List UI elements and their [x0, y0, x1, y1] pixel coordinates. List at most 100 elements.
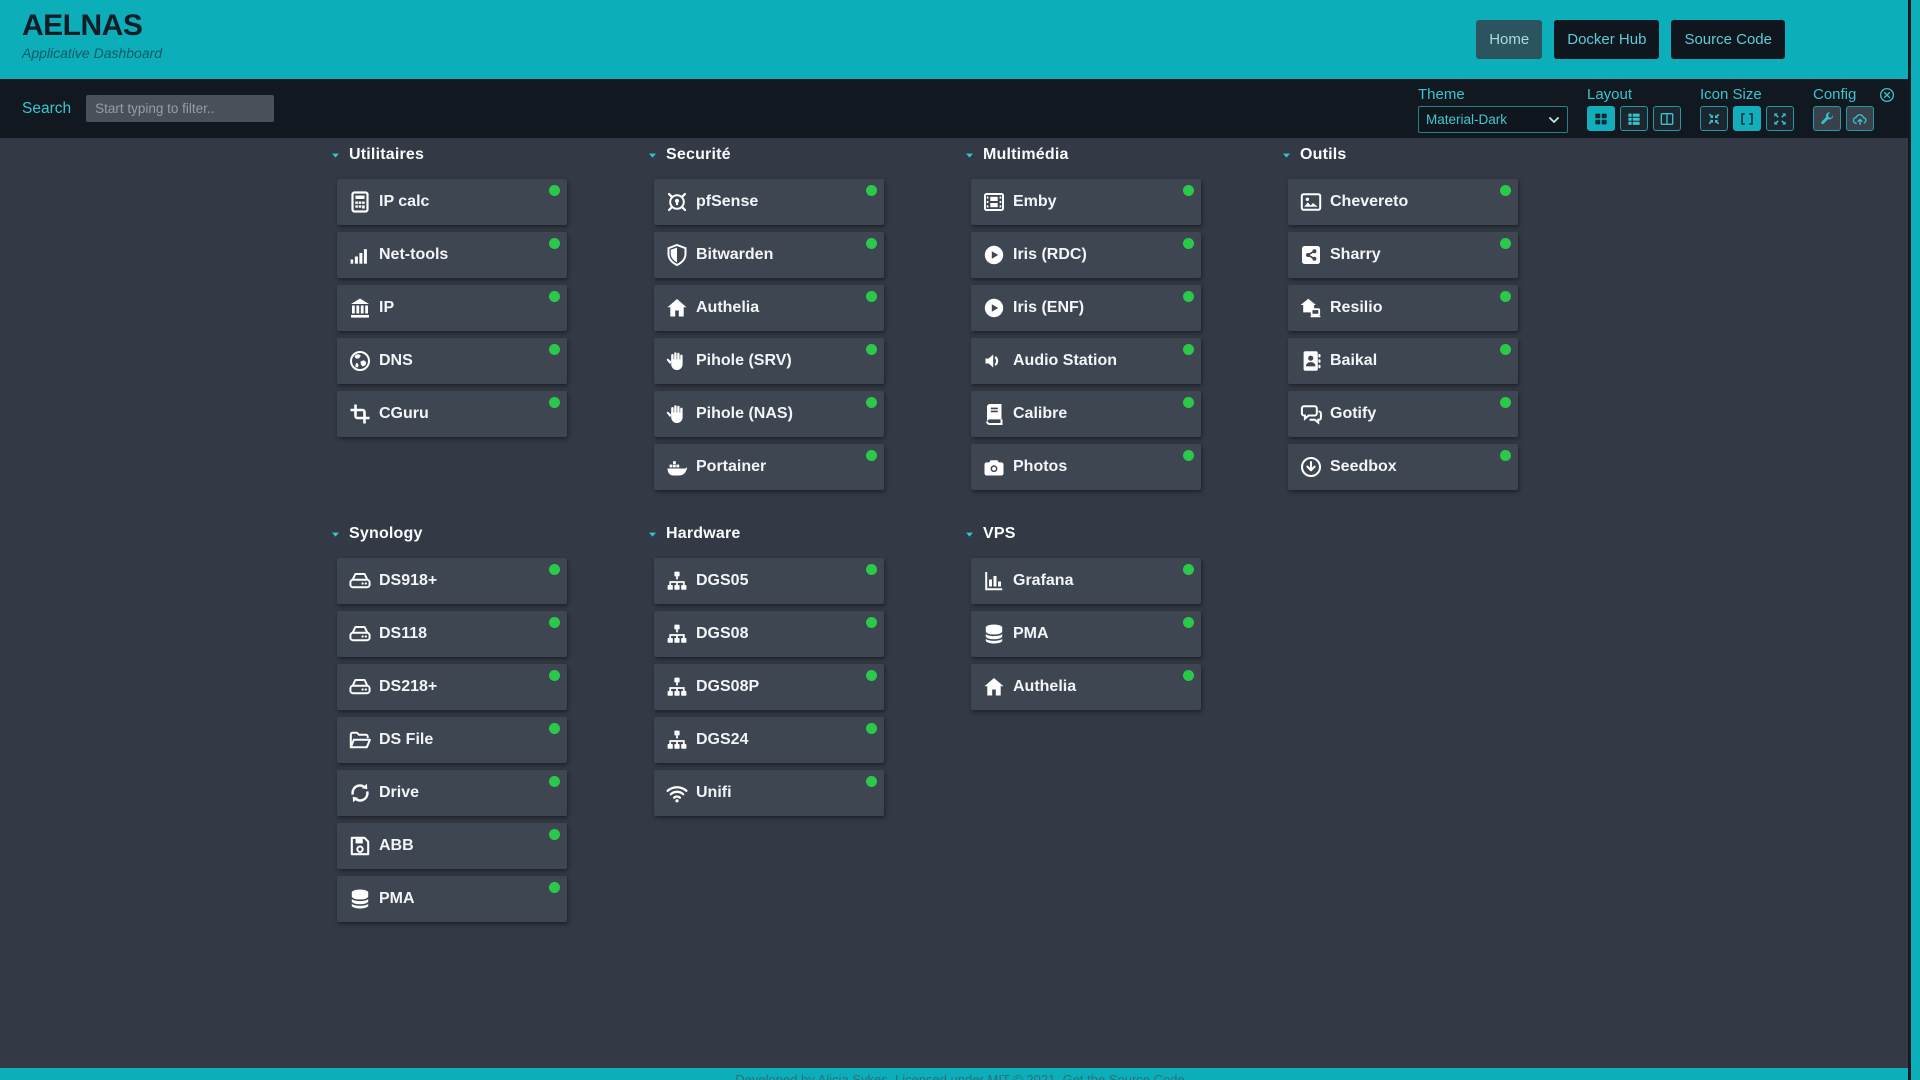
section-header-hardware[interactable]: Hardware [647, 525, 884, 543]
theme-selected-value: Material-Dark [1426, 112, 1507, 127]
status-dot-online [549, 723, 560, 734]
app-card-dgs24[interactable]: DGS24 [654, 717, 884, 763]
app-card-emby[interactable]: Emby [971, 179, 1201, 225]
section-header-outils[interactable]: Outils [1281, 146, 1518, 164]
app-card-iris-rdc[interactable]: Iris (RDC) [971, 232, 1201, 278]
share-square-icon [1299, 243, 1323, 267]
home-icon [665, 296, 689, 320]
hdd-icon [348, 569, 372, 593]
app-card-bitwarden[interactable]: Bitwarden [654, 232, 884, 278]
app-card-sharry[interactable]: Sharry [1288, 232, 1518, 278]
app-card-ip[interactable]: IP [337, 285, 567, 331]
status-dot-online [1183, 397, 1194, 408]
chevron-collapse-icon [964, 529, 975, 540]
section-header-multim-dia[interactable]: Multimédia [964, 146, 1201, 164]
toolbar-button-cloud-upload[interactable] [1846, 106, 1874, 131]
app-card-label: ABB [379, 837, 414, 855]
layout-label: Layout [1587, 86, 1681, 103]
app-card-label: Drive [379, 784, 419, 802]
chevron-collapse-icon [647, 529, 658, 540]
app-card-gotify[interactable]: Gotify [1288, 391, 1518, 437]
nav-button-home[interactable]: Home [1476, 20, 1542, 59]
section-outils: OutilsCheveretoSharryResilioBaikalGotify… [1288, 146, 1518, 497]
comments-icon [1299, 402, 1323, 426]
layout-buttons [1587, 106, 1681, 131]
chevron-collapse-icon [330, 529, 341, 540]
section-header-utilitaires[interactable]: Utilitaires [330, 146, 567, 164]
app-card-net-tools[interactable]: Net-tools [337, 232, 567, 278]
app-card-pihole-nas[interactable]: Pihole (NAS) [654, 391, 884, 437]
crop-icon [348, 402, 372, 426]
sitemap-icon [665, 728, 689, 752]
toolbar-button-expand[interactable] [1766, 106, 1794, 131]
section-utilitaires: UtilitairesIP calcNet-toolsIPDNSCGuru [337, 146, 567, 444]
app-card-calibre[interactable]: Calibre [971, 391, 1201, 437]
status-dot-online [549, 776, 560, 787]
status-dot-online [866, 670, 877, 681]
app-card-pma[interactable]: PMA [971, 611, 1201, 657]
calculator-icon [348, 190, 372, 214]
app-card-photos[interactable]: Photos [971, 444, 1201, 490]
app-card-dns[interactable]: DNS [337, 338, 567, 384]
status-dot-online [1500, 344, 1511, 355]
search-input[interactable] [86, 95, 274, 122]
theme-select[interactable]: Material-Dark [1418, 106, 1568, 133]
status-dot-online [549, 185, 560, 196]
app-card-abb[interactable]: ABB [337, 823, 567, 869]
app-card-dgs05[interactable]: DGS05 [654, 558, 884, 604]
status-dot-online [549, 617, 560, 628]
app-card-ds-file[interactable]: DS File [337, 717, 567, 763]
toolbar-button-compress[interactable] [1700, 106, 1728, 131]
app-card-ds118[interactable]: DS118 [337, 611, 567, 657]
app-card-baikal[interactable]: Baikal [1288, 338, 1518, 384]
app-card-chevereto[interactable]: Chevereto [1288, 179, 1518, 225]
toolbar-button-list[interactable] [1620, 106, 1648, 131]
footer: Developed by Alicia Sykes. Licensed unde… [0, 1068, 1920, 1080]
section-synology: SynologyDS918+DS118DS218+DS FileDriveABB… [337, 525, 567, 929]
status-dot-online [1500, 450, 1511, 461]
app-card-portainer[interactable]: Portainer [654, 444, 884, 490]
app-card-label: DGS05 [696, 572, 748, 590]
nav-button-source-code[interactable]: Source Code [1671, 20, 1785, 59]
app-card-dgs08p[interactable]: DGS08P [654, 664, 884, 710]
app-card-label: DS918+ [379, 572, 437, 590]
list-icon [1626, 111, 1642, 127]
search-area: Search [22, 79, 274, 138]
app-card-audio-station[interactable]: Audio Station [971, 338, 1201, 384]
app-card-label: DGS08P [696, 678, 759, 696]
app-card-cguru[interactable]: CGuru [337, 391, 567, 437]
nav-button-docker-hub[interactable]: Docker Hub [1554, 20, 1659, 59]
app-card-label: Resilio [1330, 299, 1382, 317]
section-header-vps[interactable]: VPS [964, 525, 1201, 543]
app-card-seedbox[interactable]: Seedbox [1288, 444, 1518, 490]
toolbar-button-grid[interactable] [1587, 106, 1615, 131]
app-card-drive[interactable]: Drive [337, 770, 567, 816]
app-card-unifi[interactable]: Unifi [654, 770, 884, 816]
toolbar-button-brackets[interactable] [1733, 106, 1761, 131]
chevron-collapse-icon [647, 150, 658, 161]
app-card-grafana[interactable]: Grafana [971, 558, 1201, 604]
scrollbar[interactable] [1908, 0, 1920, 1080]
section-header-securit[interactable]: Securité [647, 146, 884, 164]
app-card-ds918[interactable]: DS918+ [337, 558, 567, 604]
app-card-pihole-srv[interactable]: Pihole (SRV) [654, 338, 884, 384]
status-dot-online [866, 291, 877, 302]
status-dot-online [549, 670, 560, 681]
app-card-authelia[interactable]: Authelia [971, 664, 1201, 710]
app-card-iris-enf[interactable]: Iris (ENF) [971, 285, 1201, 331]
app-card-pma[interactable]: PMA [337, 876, 567, 922]
app-card-ds218[interactable]: DS218+ [337, 664, 567, 710]
status-dot-online [549, 238, 560, 249]
toolbar-button-columns[interactable] [1653, 106, 1681, 131]
close-settings-icon[interactable] [1878, 86, 1896, 104]
theme-group: Theme Material-Dark [1418, 86, 1568, 138]
app-card-pfsense[interactable]: pfSense [654, 179, 884, 225]
status-dot-online [866, 344, 877, 355]
section-header-synology[interactable]: Synology [330, 525, 567, 543]
status-dot-online [1500, 238, 1511, 249]
toolbar-button-wrench[interactable] [1813, 106, 1841, 131]
app-card-dgs08[interactable]: DGS08 [654, 611, 884, 657]
app-card-authelia[interactable]: Authelia [654, 285, 884, 331]
app-card-ip-calc[interactable]: IP calc [337, 179, 567, 225]
app-card-resilio[interactable]: Resilio [1288, 285, 1518, 331]
